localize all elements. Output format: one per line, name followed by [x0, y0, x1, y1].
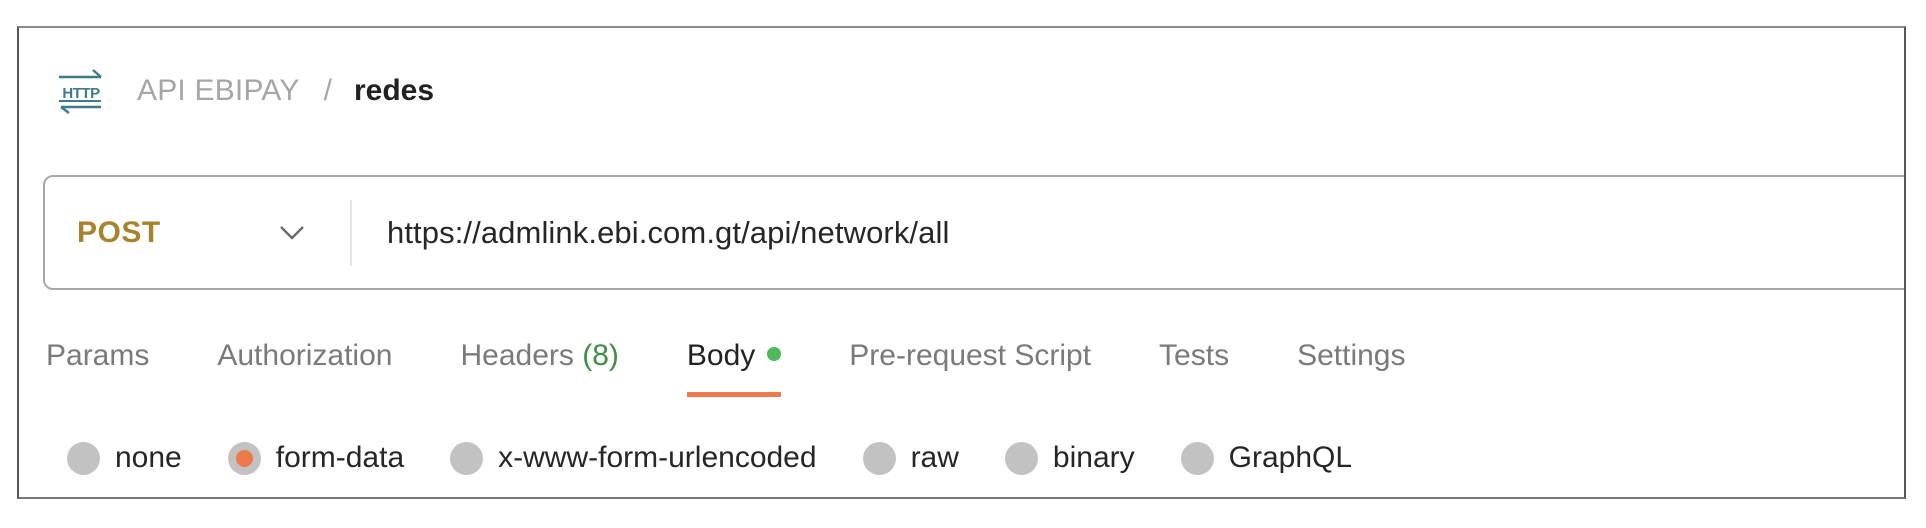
body-type-form-data[interactable]: form-data: [227, 441, 405, 475]
status-dot-icon: [767, 347, 782, 362]
tab-pre-request-script[interactable]: Pre-request Script: [849, 328, 1091, 400]
tab-settings[interactable]: Settings: [1297, 328, 1405, 400]
tab-params[interactable]: Params: [46, 328, 149, 400]
tab-label: Authorization: [217, 339, 393, 372]
tab-authorization[interactable]: Authorization: [217, 328, 392, 400]
body-type-binary[interactable]: binary: [1004, 441, 1135, 475]
url-input[interactable]: [352, 176, 1904, 289]
svg-text:HTTP: HTTP: [62, 85, 100, 102]
tab-headers[interactable]: Headers (8): [460, 328, 618, 400]
url-bar: POST: [43, 175, 1904, 290]
radio-button-checked[interactable]: [227, 441, 261, 475]
method-label: POST: [77, 215, 161, 249]
radio-button[interactable]: [450, 441, 484, 475]
tab-body[interactable]: Body: [686, 328, 782, 400]
radio-button[interactable]: [1004, 441, 1038, 475]
tab-label: Headers: [460, 339, 574, 372]
breadcrumb-collection[interactable]: API EBIPAY: [137, 74, 300, 108]
chevron-down-icon: [280, 226, 304, 240]
breadcrumb: HTTP API EBIPAY / redes: [57, 66, 434, 116]
radio-label: x-www-form-urlencoded: [498, 441, 817, 474]
body-type-radio-group: none form-data x-www-form-urlencoded raw…: [67, 436, 1398, 480]
tab-label: Body: [686, 339, 756, 372]
body-type-x-www-form-urlencoded[interactable]: x-www-form-urlencoded: [450, 441, 817, 475]
tab-label: Pre-request Script: [849, 339, 1092, 372]
tab-label: Settings: [1297, 339, 1406, 372]
body-type-graphql[interactable]: GraphQL: [1180, 441, 1353, 475]
radio-button[interactable]: [67, 441, 100, 475]
radio-label: raw: [910, 441, 959, 474]
tab-label: Params: [46, 339, 150, 372]
http-icon: HTTP: [59, 69, 102, 114]
tab-tests[interactable]: Tests: [1159, 328, 1229, 400]
tab-label: Tests: [1159, 339, 1230, 372]
radio-label: none: [115, 441, 182, 474]
radio-button[interactable]: [862, 441, 896, 475]
radio-label: binary: [1052, 441, 1135, 474]
active-tab-indicator: [686, 392, 782, 397]
body-type-none[interactable]: none: [67, 441, 182, 475]
request-panel: HTTP API EBIPAY / redes POST Params Auth…: [17, 26, 1906, 499]
request-name[interactable]: redes: [354, 74, 434, 108]
radio-label: GraphQL: [1228, 441, 1353, 474]
breadcrumb-separator: /: [323, 74, 332, 107]
headers-count-badge: (8): [582, 339, 619, 372]
body-type-raw[interactable]: raw: [862, 441, 959, 475]
radio-button[interactable]: [1180, 441, 1214, 475]
method-dropdown[interactable]: POST: [45, 177, 350, 288]
radio-label: form-data: [275, 441, 405, 474]
request-tabs: Params Authorization Headers (8) Body Pr…: [46, 328, 1473, 400]
